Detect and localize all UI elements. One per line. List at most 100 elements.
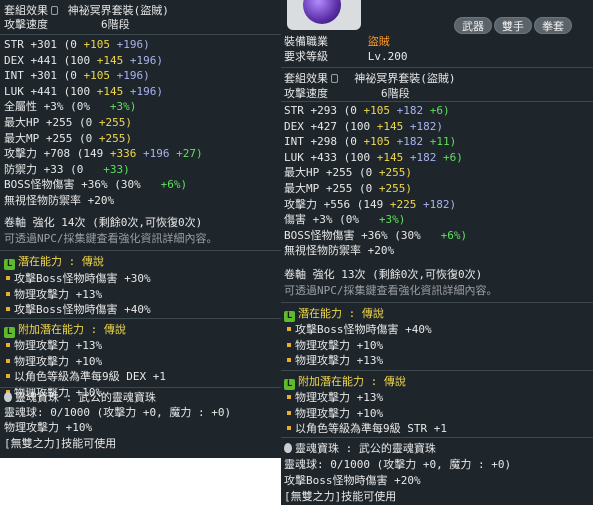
potential-line-text: 物理攻擊力 +10% [14,354,103,368]
stat-p1: +255) [98,116,132,129]
stat-total: +255 [45,131,73,145]
stat-base: (0 [79,131,93,145]
stat-p3: +11) [429,135,457,149]
stat-total: +20% [367,244,395,258]
level-row: 要求等級 Lv.200 [284,50,408,64]
potential-line: 物理攻擊力 +13% [6,288,102,302]
bullet-icon [6,343,10,347]
soul-skill: [無雙之力]技能可使用 [284,490,397,503]
stat-name: 最大HP [4,116,40,129]
stat-name: 最大MP [4,131,40,145]
divider [281,302,593,303]
stat-name: STR [284,104,304,117]
stat-row: LUK +433 (100 +145 +182 +6) [284,151,463,165]
legendary-badge-icon: L [284,311,295,322]
stat-total: +36% [81,178,108,192]
stat-total: +441 [30,53,58,67]
stat-row: LUK +441 (100 +145 +196) [4,85,170,99]
attack-speed-row: 攻擊速度 6階段 [4,18,130,32]
stat-row: DEX +441 (100 +145 +196) [4,54,170,68]
stat-base: (100 [63,53,91,67]
stat-p2: +182 [396,104,424,117]
attack-speed-value: 6階段 [380,87,410,100]
stat-name: 最大MP [284,182,320,195]
potential-line-text: 物理攻擊力 +13% [295,391,384,404]
stat-p1: +145 [96,84,124,98]
potential-line-text: 物理攻擊力 +10% [295,406,384,420]
stat-p1: +105 [363,104,391,117]
stat-p2: +182) [423,197,457,211]
soul-title: 靈魂寶珠 : 武公的靈魂寶珠 [284,442,436,456]
stat-row: STR +301 (0 +105 +196) [4,38,156,52]
stat-name: 傷害 [284,213,306,227]
stat-name: STR [4,38,24,51]
stat-base: (0 [70,162,84,176]
stat-total: +3% [312,213,333,227]
bullet-icon [287,426,291,430]
stat-row: INT +301 (0 +105 +196) [4,69,156,83]
stat-p3: +3%) [378,213,406,227]
stat-row: 攻擊力 +708 (149 +336 +196 +27) [4,147,203,161]
stat-name: 攻擊力 [284,197,317,211]
stat-row: BOSS怪物傷害 +36% (30% +6%) [284,229,467,243]
stat-name: 全屬性 [4,100,37,114]
stat-total: +708 [43,147,71,161]
stat-name: BOSS怪物傷害 [284,228,355,242]
bullet-icon [6,358,10,363]
potential-line: 攻擊Boss怪物時傷害 +30% [6,272,151,286]
stat-row: 全屬性 +3% (0% +3%) [4,100,136,114]
left-item-tooltip: 套組效果 神祕冥界套裝(盜賊) 攻擊速度 6階段 STR +301 (0 +10… [0,0,281,458]
enhance-hint: 可透過NPC/採集鍵查看強化資訊詳細內容。 [4,232,218,245]
stat-row: 無視怪物防禦率 +20% [284,244,421,258]
stat-p1: +145 [376,119,404,133]
attack-speed-label: 攻擊速度 [284,87,328,100]
stat-row: 最大HP +255 (0 +255) [4,116,145,130]
stat-p1: +255) [378,166,412,180]
bullet-icon [287,395,291,399]
additional-potential-title-text: 附加潛在能力 : 傳說 [298,375,406,388]
stat-p3: +6%) [160,178,188,192]
lock-icon [331,74,338,83]
stat-total: +298 [310,135,338,149]
job-value: 盜賊 [367,35,390,48]
stat-total: +33 [43,162,64,176]
attack-speed-value: 6階段 [100,18,130,31]
stat-row: 防禦力 +33 (0 +33) [4,163,130,177]
stat-p3: +33) [103,162,130,176]
level-label: 要求等級 [284,50,328,63]
potential-line: 攻擊Boss怪物時傷害 +40% [287,323,432,337]
legendary-badge-icon: L [4,327,15,338]
bullet-icon [287,327,291,331]
stat-p1: +255) [98,131,132,145]
soul-title: 靈魂寶珠 : 武公的靈魂寶珠 [4,391,156,405]
stat-p3: +27) [176,147,203,161]
potential-line-text: 物理攻擊力 +13% [14,287,103,301]
potential-line: 物理攻擊力 +13% [287,391,383,405]
bullet-icon [287,410,291,415]
stat-base: (0 [359,182,373,195]
divider [281,67,593,68]
soul-effect: 物理攻擊力 +10% [4,421,93,434]
potential-line-text: 攻擊Boss怪物時傷害 +40% [14,303,151,316]
stat-total: +433 [310,150,338,164]
potential-line-text: 物理攻擊力 +13% [14,339,103,352]
soul-title-text: 靈魂寶珠 : 武公的靈魂寶珠 [15,391,156,404]
potential-line: 以角色等級為準每9級 DEX +1 [6,370,166,384]
bullet-icon [6,374,10,378]
stat-p1: +105 [83,69,111,83]
stat-total: +255 [325,182,353,195]
stat-total: +301 [30,69,58,83]
stat-row: DEX +427 (100 +145 +182) [284,120,450,134]
divider [0,387,281,388]
stat-p2: +196) [116,38,150,51]
item-image [287,0,361,30]
stat-row: STR +293 (0 +105 +182 +6) [284,104,450,118]
stat-name: 無視怪物防禦率 [4,194,81,207]
divider [281,370,593,371]
stat-row: 攻擊力 +556 (149 +225 +182) [284,198,463,212]
stat-row: BOSS怪物傷害 +36% (30% +6%) [4,178,187,192]
stat-total: +441 [30,84,58,98]
set-effect-label: 套組效果 [4,4,48,17]
stat-name: 防禦力 [4,162,37,176]
divider [0,250,281,251]
